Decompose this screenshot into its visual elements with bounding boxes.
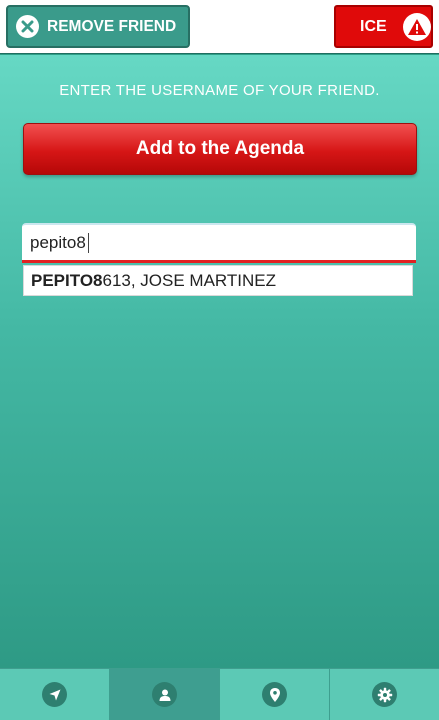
nav-item-location[interactable] <box>0 669 110 720</box>
nav-item-map[interactable] <box>220 669 330 720</box>
bottom-navigation <box>0 668 439 720</box>
remove-friend-button[interactable]: REMOVE FRIEND <box>6 5 190 48</box>
location-arrow-icon <box>42 682 67 707</box>
suggestion-rest: 613, JOSE MARTINEZ <box>102 270 277 290</box>
remove-friend-label: REMOVE FRIEND <box>47 17 177 35</box>
username-search-input[interactable]: pepito8 <box>22 223 416 263</box>
search-input-value: pepito8 <box>30 232 86 252</box>
nav-item-settings[interactable] <box>330 669 439 720</box>
ice-label: ICE <box>360 17 387 35</box>
text-caret <box>87 232 89 253</box>
add-to-agenda-button[interactable]: Add to the Agenda <box>23 123 417 175</box>
map-pin-icon <box>262 682 287 707</box>
suggestion-match: PEPITO8 <box>31 270 103 290</box>
main-content: ENTER THE USERNAME OF YOUR FRIEND. Add t… <box>0 55 439 668</box>
top-bar: REMOVE FRIEND ICE <box>0 0 439 54</box>
nav-item-friends[interactable] <box>110 669 220 720</box>
warning-icon <box>402 12 431 41</box>
instruction-text: ENTER THE USERNAME OF YOUR FRIEND. <box>59 82 380 99</box>
ice-button[interactable]: ICE <box>334 5 433 48</box>
gear-icon <box>372 682 397 707</box>
suggestion-item[interactable]: PEPITO8 613, JOSE MARTINEZ <box>23 265 413 296</box>
close-icon <box>16 15 39 38</box>
user-icon <box>152 682 177 707</box>
